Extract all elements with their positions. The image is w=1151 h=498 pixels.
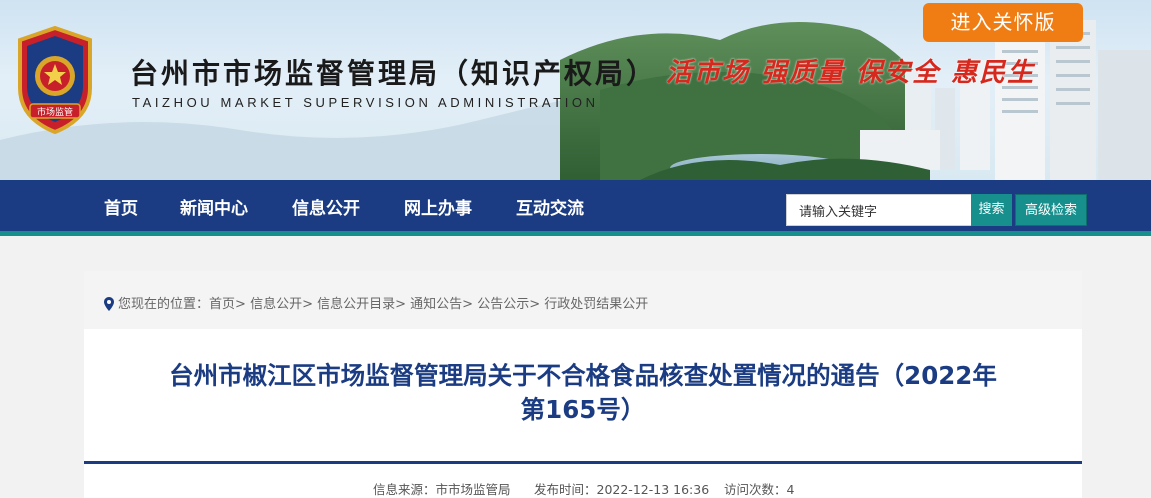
header-banner: 市场监管 台州市市场监督管理局（知识产权局） TAIZHOU MARKET SU…: [0, 0, 1151, 180]
article-title-line-2: 第165号）: [520, 395, 646, 424]
nav-item-news[interactable]: 新闻中心: [180, 180, 248, 236]
nav-item-online-services[interactable]: 网上办事: [404, 180, 472, 236]
care-mode-button[interactable]: 进入关怀版: [923, 3, 1083, 42]
breadcrumb-item-announcements[interactable]: 公告公示: [477, 297, 529, 312]
location-pin-icon: [104, 297, 114, 311]
site-subtitle: TAIZHOU MARKET SUPERVISION ADMINISTRATIO…: [132, 95, 599, 110]
article-title-line-1: 台州市椒江区市场监督管理局关于不合格食品核查处置情况的通告（2022年: [169, 361, 997, 390]
breadcrumb-bar: 您现在的位置：首页> 信息公开> 信息公开目录> 通知公告> 公告公示> 行政处…: [84, 271, 1082, 329]
nav-item-home[interactable]: 首页: [104, 180, 138, 236]
breadcrumb-separator: >: [235, 297, 251, 312]
article-title: 台州市椒江区市场监督管理局关于不合格食品核查处置情况的通告（2022年 第165…: [84, 359, 1082, 427]
article-source: 信息来源：市市场监管局: [373, 482, 511, 497]
breadcrumb-item-home[interactable]: 首页: [209, 297, 235, 312]
nav-item-interaction[interactable]: 互动交流: [516, 180, 584, 236]
emblem-text: 市场监管: [37, 106, 73, 118]
breadcrumb-separator: >: [395, 297, 411, 312]
breadcrumb-separator: >: [462, 297, 478, 312]
nav-item-info-disclosure[interactable]: 信息公开: [292, 180, 360, 236]
breadcrumb-item-penalty-results[interactable]: 行政处罚结果公开: [544, 297, 648, 312]
search-input[interactable]: [786, 194, 972, 226]
banner-slogan: 活市场 强质量 保安全 惠民生: [666, 58, 1036, 88]
advanced-search-button[interactable]: 高级检索: [1015, 194, 1087, 226]
search-button[interactable]: 搜索: [971, 194, 1012, 226]
breadcrumb-item-notices[interactable]: 通知公告: [410, 297, 462, 312]
breadcrumb-separator: >: [529, 297, 545, 312]
article-card: 您现在的位置：首页> 信息公开> 信息公开目录> 通知公告> 公告公示> 行政处…: [84, 271, 1082, 498]
site-title[interactable]: 台州市市场监督管理局（知识产权局）: [130, 52, 657, 92]
breadcrumb-separator: >: [302, 297, 318, 312]
article-publish-time: 发布时间：2022-12-13 16:36: [534, 482, 710, 497]
article-view-count: 访问次数：4: [724, 482, 795, 497]
market-supervision-emblem-icon: 市场监管: [18, 26, 92, 134]
breadcrumb-item-info-catalog[interactable]: 信息公开目录: [317, 297, 395, 312]
breadcrumb: 您现在的位置：首页> 信息公开> 信息公开目录> 通知公告> 公告公示> 行政处…: [118, 293, 648, 312]
title-divider: [84, 461, 1082, 464]
breadcrumb-item-info-disclosure[interactable]: 信息公开: [250, 297, 302, 312]
breadcrumb-prefix: 您现在的位置：: [118, 297, 210, 312]
